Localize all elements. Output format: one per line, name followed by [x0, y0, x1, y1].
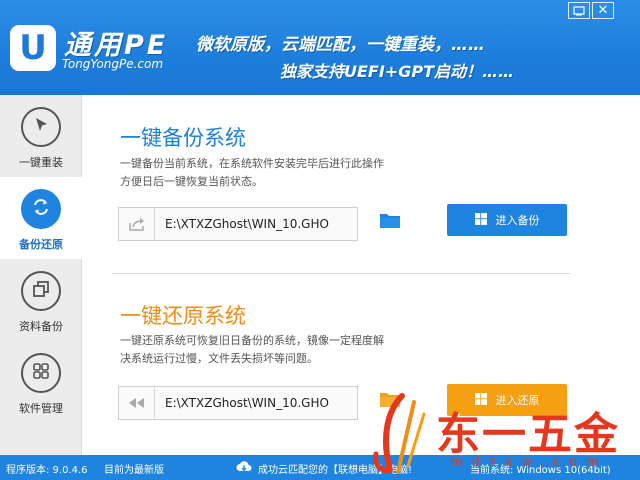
backup-section-title: 一键备份系统: [120, 126, 246, 150]
backup-desc-line-2: 方便日后一键恢复当前状态。: [120, 175, 263, 188]
close-icon: ✕: [597, 3, 609, 18]
share-export-icon: [119, 208, 155, 240]
restore-path-value: E:\XTXZGhost\WIN_10.GHO: [165, 396, 329, 410]
side-icon-circle: [21, 107, 61, 147]
side-icon-circle: [21, 189, 61, 229]
watermark-text: 东一五金: [436, 409, 620, 460]
watermark-site: mdzxw.com: [450, 455, 608, 470]
minimize-button[interactable]: [568, 2, 590, 19]
program-version: 程序版本: 9.0.4.6: [6, 465, 88, 476]
sidebar: 一键重装 备份还原 资料备份 软件管理: [0, 95, 82, 455]
app-website: TongYongPe.com: [62, 57, 164, 71]
restore-path-field[interactable]: E:\XTXZGhost\WIN_10.GHO: [118, 386, 358, 420]
backup-path-value: E:\XTXZGhost\WIN_10.GHO: [165, 217, 329, 231]
section-divider: [112, 273, 570, 274]
enter-backup-button[interactable]: 进入备份: [447, 204, 567, 236]
side-icon-circle: [21, 353, 61, 393]
side-icon-circle: [21, 271, 61, 311]
slogan-line-1: 微软原版，云端匹配，一键重装，……: [196, 35, 485, 55]
backup-desc-line-1: 一键备份当前系统，在系统软件安装完毕后进行此操作: [120, 157, 384, 170]
cursor-arrow-icon: [31, 115, 51, 139]
update-status: 目前为最新版: [104, 465, 164, 476]
folder-browse-icon[interactable]: [379, 211, 401, 233]
sidebar-item-backup-restore[interactable]: 备份还原: [0, 177, 82, 259]
sidebar-item-label: 软件管理: [19, 402, 63, 415]
backup-description: 一键备份当前系统，在系统软件安装完毕后进行此操作 方便日后一键恢复当前状态。: [120, 155, 384, 191]
sidebar-item-software-manage[interactable]: 软件管理: [0, 341, 82, 423]
grid-apps-icon: [31, 361, 51, 385]
sidebar-item-data-backup[interactable]: 资料备份: [0, 259, 82, 341]
sidebar-item-label: 一键重装: [19, 156, 63, 169]
restore-desc-line-1: 一键还原系统可恢复旧日备份的系统，镜像一定程度解: [120, 334, 384, 347]
copy-squares-icon: [31, 279, 51, 303]
slogan-line-2: 独家支持UEFI+GPT启动！……: [280, 62, 514, 81]
watermark-overlay: 东一五金 mdzxw.com: [350, 388, 640, 480]
sync-arrows-icon: [30, 196, 52, 222]
backup-path-field[interactable]: E:\XTXZGhost\WIN_10.GHO: [118, 207, 358, 241]
restore-description: 一键还原系统可恢复旧日备份的系统，镜像一定程度解 决系统运行过慢，文件丢失损坏等…: [120, 332, 384, 368]
sidebar-item-one-key-reinstall[interactable]: 一键重装: [0, 95, 82, 177]
watermark-logo-icon: [368, 392, 432, 480]
app-header: U 通用PE TongYongPe.com 微软原版，云端匹配，一键重装，…… …: [0, 0, 640, 95]
sidebar-item-label: 资料备份: [19, 320, 63, 333]
rewind-icon: [119, 387, 155, 419]
windows-logo-icon: [474, 212, 487, 228]
cloud-download-icon: [236, 460, 252, 477]
logo-letter: U: [19, 28, 47, 68]
restore-desc-line-2: 决系统运行过慢，文件丢失损坏等问题。: [120, 352, 318, 365]
close-button[interactable]: ✕: [592, 2, 614, 19]
app-logo: U: [10, 25, 56, 71]
restore-section-title: 一键还原系统: [120, 304, 246, 328]
minimize-icon: [573, 1, 585, 20]
enter-backup-label: 进入备份: [495, 214, 540, 227]
sidebar-item-label: 备份还原: [19, 238, 63, 251]
